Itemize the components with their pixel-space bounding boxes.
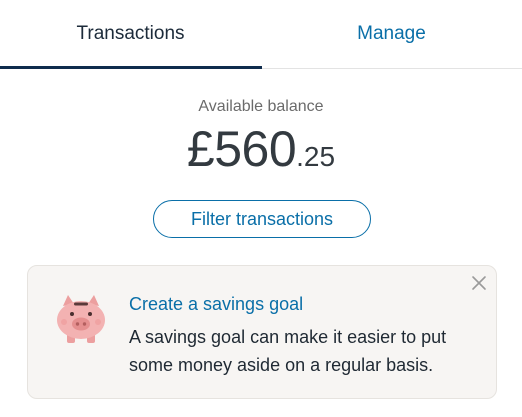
balance-amount-pence: .25 <box>296 141 336 172</box>
available-balance-label: Available balance <box>198 98 324 115</box>
balance-amount: £560.25 <box>0 120 522 178</box>
tab-manage-label: Manage <box>357 23 426 44</box>
savings-goal-description: A savings goal can make it easier to put… <box>129 327 447 375</box>
filter-transactions-label: Filter transactions <box>190 208 334 229</box>
savings-goal-title[interactable]: Create a savings goal <box>129 294 303 315</box>
balance-amount-main: £560 <box>186 121 297 177</box>
tab-transactions-label: Transactions <box>76 23 185 44</box>
tab-manage[interactable]: Manage <box>261 0 522 68</box>
savings-goal-card: Create a savings goal A savings goal can… <box>27 265 497 399</box>
active-tab-indicator <box>0 66 262 69</box>
close-icon[interactable] <box>470 274 488 292</box>
piggy-bank-icon <box>50 292 112 348</box>
tab-transactions[interactable]: Transactions <box>0 0 261 68</box>
tab-bar: Transactions Manage <box>0 0 522 69</box>
filter-transactions-button[interactable]: Filter transactions <box>153 200 371 238</box>
